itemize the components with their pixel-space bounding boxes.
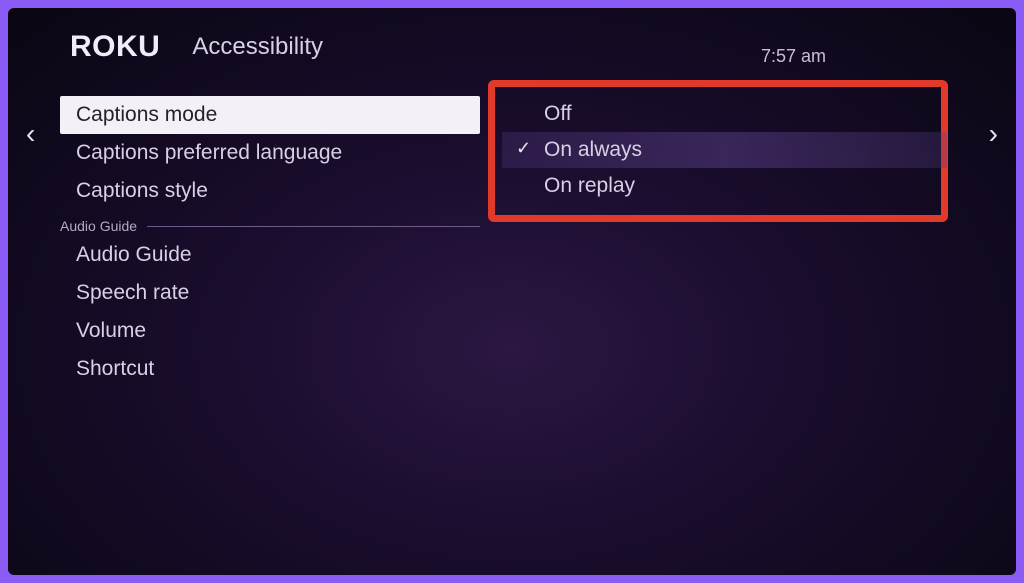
option-off[interactable]: Off	[502, 96, 947, 132]
menu-item-volume[interactable]: Volume	[60, 312, 480, 350]
page-title: Accessibility	[192, 33, 323, 61]
options-panel: Off On always On replay	[502, 96, 947, 388]
header: Roku Accessibility	[8, 8, 1016, 74]
roku-settings-screen: Roku Accessibility 7:57 am ‹ › Captions …	[8, 8, 1016, 575]
option-on-always[interactable]: On always	[502, 132, 947, 168]
menu-item-speech-rate[interactable]: Speech rate	[60, 274, 480, 312]
menu-item-shortcut[interactable]: Shortcut	[60, 350, 480, 388]
clock: 7:57 am	[761, 46, 826, 67]
menu-item-captions-mode[interactable]: Captions mode	[60, 96, 480, 134]
content-area: Captions mode Captions preferred languag…	[8, 74, 1016, 388]
section-divider-audio-guide: Audio Guide	[60, 218, 480, 234]
menu-item-captions-style[interactable]: Captions style	[60, 172, 480, 210]
roku-logo: Roku	[70, 30, 160, 64]
settings-menu: Captions mode Captions preferred languag…	[60, 96, 480, 388]
divider-line	[147, 226, 480, 227]
option-on-replay[interactable]: On replay	[502, 168, 947, 204]
section-label: Audio Guide	[60, 218, 147, 234]
menu-item-captions-language[interactable]: Captions preferred language	[60, 134, 480, 172]
menu-item-audio-guide[interactable]: Audio Guide	[60, 236, 480, 274]
